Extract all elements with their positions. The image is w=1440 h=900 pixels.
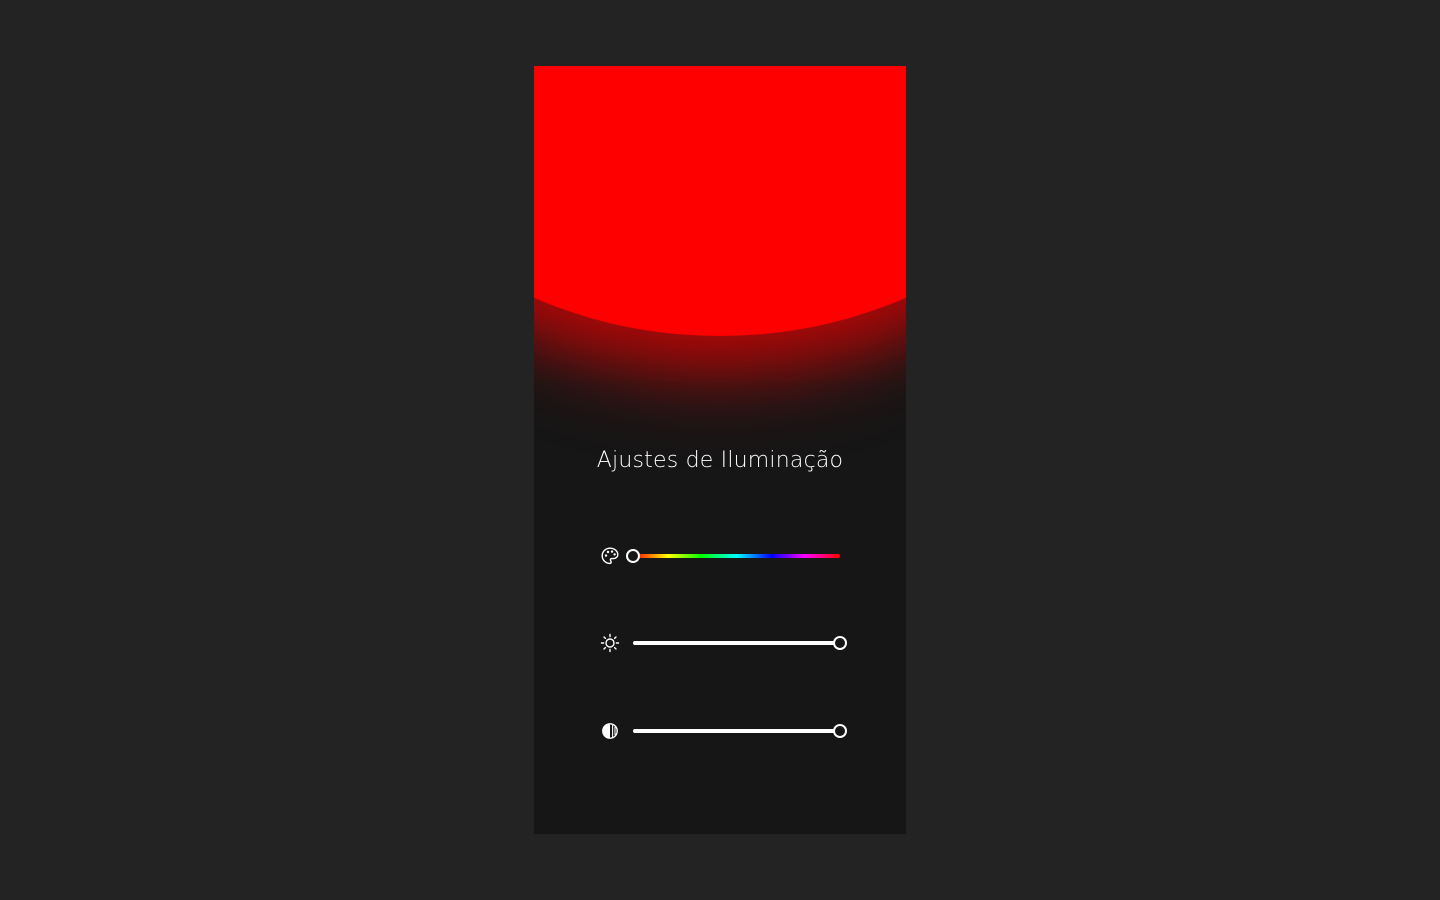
panel-title: Ajustes de Iluminação [596, 448, 844, 473]
sun-icon [600, 633, 620, 653]
lighting-panel: Ajustes de Iluminação [534, 66, 906, 834]
light-preview [534, 66, 906, 336]
hue-control [600, 546, 840, 566]
contrast-control [600, 721, 847, 741]
hue-slider-thumb[interactable] [626, 549, 640, 563]
brightness-slider-track[interactable] [633, 641, 840, 645]
palette-icon [600, 546, 620, 566]
hue-slider-track[interactable] [633, 554, 840, 558]
contrast-icon [600, 721, 620, 741]
contrast-slider-thumb[interactable] [833, 724, 847, 738]
contrast-slider-track[interactable] [633, 729, 840, 733]
brightness-control [600, 633, 847, 653]
brightness-slider-thumb[interactable] [833, 636, 847, 650]
